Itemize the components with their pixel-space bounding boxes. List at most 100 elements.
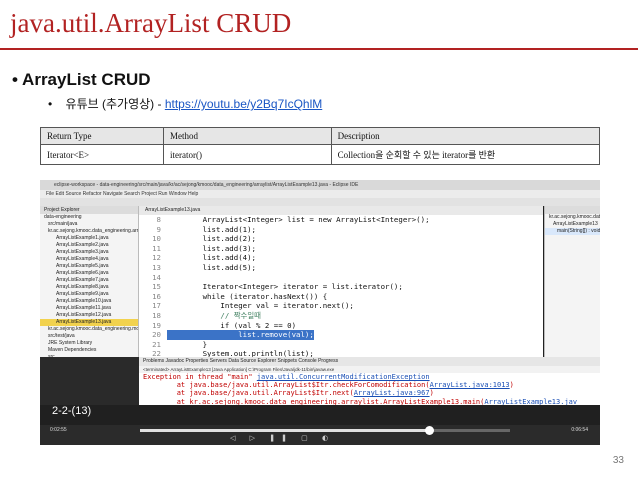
console-text: at java.base/java.util.ArrayList$Itr.nex… [143, 389, 354, 398]
tree-item[interactable]: kr.ac.sejong.kmooc.data_engineering.arra… [40, 228, 138, 235]
line-number: 16 [152, 291, 161, 301]
progress-knob[interactable] [424, 426, 434, 435]
console-line: at java.base/java.util.ArrayList$Itr.che… [143, 381, 600, 389]
outline-header [545, 206, 600, 214]
code-editor: ArrayListExample13.java 8 ArrayList<Inte… [139, 206, 543, 357]
tree-item[interactable]: ArrayListExample4.java [40, 256, 138, 263]
tree-item[interactable]: ArrayListExample6.java [40, 270, 138, 277]
line-number: 11 [152, 243, 161, 253]
tree-item[interactable]: data-engineering [40, 214, 138, 221]
line-number: 8 [156, 215, 161, 224]
table-row: Iterator<E> iterator() Collection을 순회할 수… [40, 144, 601, 165]
code-line: 9 list.add(1); [139, 225, 543, 235]
code-text: System.out.println(list); [167, 349, 314, 357]
tree-item[interactable]: src/test/java [40, 333, 138, 340]
line-number: 14 [152, 272, 161, 282]
outline-item[interactable]: kr.ac.sejong.kmooc.data_engineering [545, 214, 600, 221]
bullet-sub-text: 유튜브 (추가영상) - [65, 97, 165, 111]
code-area: 8 ArrayList<Integer> list = new ArrayLis… [139, 215, 543, 357]
code-line: 15 Iterator<Integer> iterator = list.ite… [139, 282, 543, 292]
console-header: <terminated> ArrayListExample13 [Java Ap… [139, 366, 600, 373]
project-tree: data-engineering src/main/java kr.ac.sejon… [40, 214, 138, 357]
tree-item[interactable]: ArrayListExample1.java [40, 235, 138, 242]
code-line: 20 list.remove(val); [139, 330, 543, 340]
code-text: list.add(1); [167, 224, 256, 234]
youtube-link[interactable]: https://youtu.be/y2Bq7IcQhlM [165, 97, 322, 111]
code-line: 14 [139, 273, 543, 283]
code-text: ArrayList<Integer> list = new ArrayList<… [167, 215, 430, 224]
stacktrace-link[interactable]: ArrayList.java:967 [354, 389, 430, 397]
console-line: Exception in thread "main" java.util.Con… [143, 373, 600, 381]
line-number: 20 [152, 330, 161, 340]
line-number: 17 [152, 301, 161, 311]
code-line: 10 list.add(2); [139, 234, 543, 244]
time-current: 0:02:55 [50, 427, 67, 433]
stacktrace-link[interactable]: ArrayListExample13.jav [484, 398, 577, 405]
console-text: Exception in thread "main" [143, 373, 257, 381]
code-text: list.remove(val); [167, 330, 314, 340]
line-number: 21 [152, 339, 161, 349]
code-text: } [167, 339, 208, 349]
tree-item[interactable]: ArrayListExample9.java [40, 291, 138, 298]
stacktrace-link[interactable]: java.util.ConcurrentModificationExceptio… [257, 373, 430, 381]
tree-item[interactable]: ArrayListExample10.java [40, 298, 138, 305]
method-reference-table: Return Type Method Description Iterator<… [40, 127, 601, 165]
outline-panel: kr.ac.sejong.kmooc.data_engineeringArray… [544, 206, 600, 357]
tree-item[interactable]: JRE System Library [40, 340, 138, 347]
tree-item[interactable]: kr.ac.sejong.kmooc.data_engineering.moti… [40, 326, 138, 333]
tree-item[interactable]: Maven Dependencies [40, 347, 138, 354]
tree-item[interactable]: ArrayListExample7.java [40, 277, 138, 284]
tree-item[interactable]: ArrayListExample3.java [40, 249, 138, 256]
bullet-sub: • 유튜브 (추가영상) - https://youtu.be/y2Bq7IcQ… [48, 97, 323, 111]
bullet-main: • ArrayList CRUD [12, 70, 151, 89]
stacktrace-link[interactable]: ArrayList.java:1013 [430, 381, 510, 389]
tree-item[interactable]: ArrayListExample11.java [40, 305, 138, 312]
code-text: list.add(3); [167, 243, 256, 253]
code-line: 11 list.add(3); [139, 244, 543, 254]
console-text: ) [509, 381, 514, 390]
code-text: Iterator<Integer> iterator = list.iterat… [167, 282, 403, 292]
line-number: 22 [152, 349, 161, 357]
progress-bar[interactable] [140, 426, 510, 435]
video-player[interactable]: eclipse-workspace - data-engineering/src… [40, 180, 600, 425]
cell-method: iterator() [162, 144, 332, 165]
code-text: list.add(5); [167, 262, 256, 272]
editor-tab: ArrayListExample13.java [139, 206, 543, 215]
outline-tree: kr.ac.sejong.kmooc.data_engineeringArray… [545, 214, 600, 235]
tree-item[interactable]: ArrayListExample8.java [40, 284, 138, 291]
tree-item[interactable]: src/main/java [40, 221, 138, 228]
line-number: 12 [152, 253, 161, 263]
tree-item[interactable]: ArrayListExample2.java [40, 242, 138, 249]
code-text: while (iterator.hasNext()) { [167, 291, 328, 301]
line-number: 10 [152, 234, 161, 244]
outline-item[interactable]: ArrayListExample13 [545, 221, 600, 228]
outline-item[interactable]: main(String[]) : void [545, 228, 600, 235]
console-text: at kr.ac.sejong.kmooc.data_engineering.a… [143, 397, 485, 405]
tree-item[interactable]: ArrayListExample13.java [40, 319, 138, 326]
line-number: 19 [152, 320, 161, 330]
console-text: at java.base/java.util.ArrayList$Itr.che… [143, 381, 430, 390]
tree-item[interactable]: ArrayListExample12.java [40, 312, 138, 319]
video-section-label: 2-2-(13) [52, 405, 92, 417]
header-method: Method [162, 127, 332, 145]
playback-controls[interactable]: ◁ ▷ ❚❚ ▢ ◐ [230, 434, 334, 442]
code-text: list.add(4); [167, 253, 256, 263]
code-line: 18 // 짝수일때 [139, 311, 543, 321]
tree-item[interactable]: ArrayListExample5.java [40, 263, 138, 270]
code-text: Integer val = iterator.next(); [167, 301, 354, 311]
console-output: Exception in thread "main" java.util.Con… [139, 373, 600, 405]
code-text: list.add(2); [167, 234, 256, 244]
code-line: 13 list.add(5); [139, 263, 543, 273]
code-line: 16 while (iterator.hasNext()) { [139, 292, 543, 302]
code-line: 8 ArrayList<Integer> list = new ArrayLis… [139, 215, 543, 225]
code-text: // 짝수일때 [167, 310, 261, 320]
console-line: at kr.ac.sejong.kmooc.data_engineering.a… [143, 398, 600, 405]
cell-description: Collection을 순회할 수 있는 iterator를 반환 [330, 144, 601, 165]
video-dark-overlay [40, 357, 139, 405]
ide-bottom-tabs: Problems Javadoc Properties Servers Data… [139, 357, 600, 366]
ide-window-title: eclipse-workspace - data-engineering/src… [40, 180, 600, 190]
cell-return-type: Iterator<E> [40, 144, 164, 165]
header-return-type: Return Type [40, 127, 164, 145]
console-text: ) [429, 389, 434, 398]
project-explorer: Project Explorer data-engineering src/mai… [40, 206, 139, 357]
